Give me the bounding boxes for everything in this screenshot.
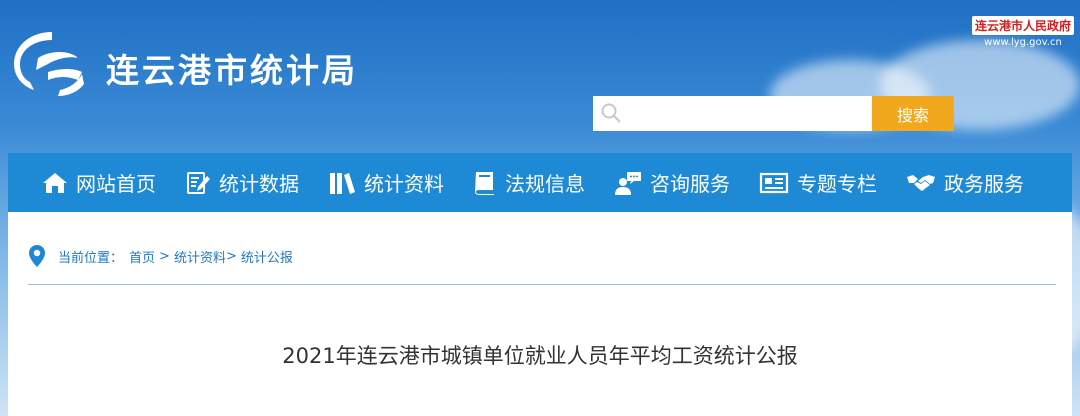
nav-item-label: 政务服务 bbox=[944, 172, 1024, 196]
breadcrumb-bulletin-link[interactable]: 统计公报 bbox=[241, 247, 293, 266]
breadcrumb-separator: > bbox=[225, 248, 237, 264]
gov-badge-url[interactable]: www.lyg.gov.cn bbox=[972, 37, 1074, 48]
nav-item-label: 网站首页 bbox=[76, 172, 156, 196]
location-pin-icon bbox=[29, 245, 45, 267]
nav-item-government-services[interactable]: 政务服务 bbox=[906, 153, 1024, 212]
nav-item-regulations[interactable]: 法规信息 bbox=[473, 153, 585, 212]
breadcrumb-divider bbox=[28, 284, 1056, 285]
breadcrumb-prefix: 当前位置： bbox=[58, 250, 124, 266]
nav-item-statistics-data[interactable]: 统计数据 bbox=[185, 153, 299, 212]
breadcrumb-separator: > bbox=[159, 248, 170, 264]
book-icon bbox=[475, 171, 494, 195]
gov-badge-name[interactable]: 连云港市人民政府 bbox=[971, 16, 1074, 35]
nav-item-special-topics[interactable]: 专题专栏 bbox=[759, 153, 877, 212]
nav-item-label: 统计数据 bbox=[219, 172, 299, 196]
article-title: 2021年连云港市城镇单位就业人员年平均工资统计公报 bbox=[282, 344, 798, 368]
gov-badge[interactable]: 连云港市人民政府 www.lyg.gov.cn bbox=[971, 16, 1074, 48]
nav-item-label: 统计资料 bbox=[364, 172, 444, 196]
breadcrumb: 当前位置： 首页 > 统计资料 > 统计公报 bbox=[28, 244, 293, 268]
nav-item-home[interactable]: 网站首页 bbox=[42, 153, 156, 212]
breadcrumb-home-link[interactable]: 首页 bbox=[129, 247, 155, 266]
data-edit-icon bbox=[187, 171, 210, 194]
breadcrumb-materials-link[interactable]: 统计资料 bbox=[174, 247, 226, 266]
search-input[interactable] bbox=[630, 100, 866, 128]
nav-item-consulting[interactable]: 咨询服务 bbox=[614, 153, 730, 212]
nav-item-label: 咨询服务 bbox=[650, 172, 730, 196]
main-nav: 网站首页 统计数据 统计资料 法规信息 咨询服务 专题专栏 政务服务 bbox=[8, 153, 1072, 212]
nav-item-label: 法规信息 bbox=[505, 172, 585, 196]
newspaper-icon bbox=[759, 172, 789, 193]
handshake-icon bbox=[907, 174, 935, 191]
site-title: 连云港市统计局 bbox=[106, 51, 358, 90]
search-icon bbox=[601, 103, 621, 123]
books-icon bbox=[330, 172, 355, 194]
content-panel: 当前位置： 首页 > 统计资料 > 统计公报 2021年连云港市城镇单位就业人员… bbox=[8, 212, 1072, 416]
header-banner: 连云港市统计局 连云港市人民政府 www.lyg.gov.cn 搜索 网站首页 … bbox=[0, 0, 1080, 416]
consult-icon bbox=[615, 171, 641, 195]
nav-item-label: 专题专栏 bbox=[797, 172, 877, 196]
home-icon bbox=[43, 172, 67, 193]
site-logo-icon[interactable] bbox=[8, 28, 88, 100]
nav-item-statistics-materials[interactable]: 统计资料 bbox=[328, 153, 444, 212]
search-button[interactable]: 搜索 bbox=[872, 96, 954, 131]
